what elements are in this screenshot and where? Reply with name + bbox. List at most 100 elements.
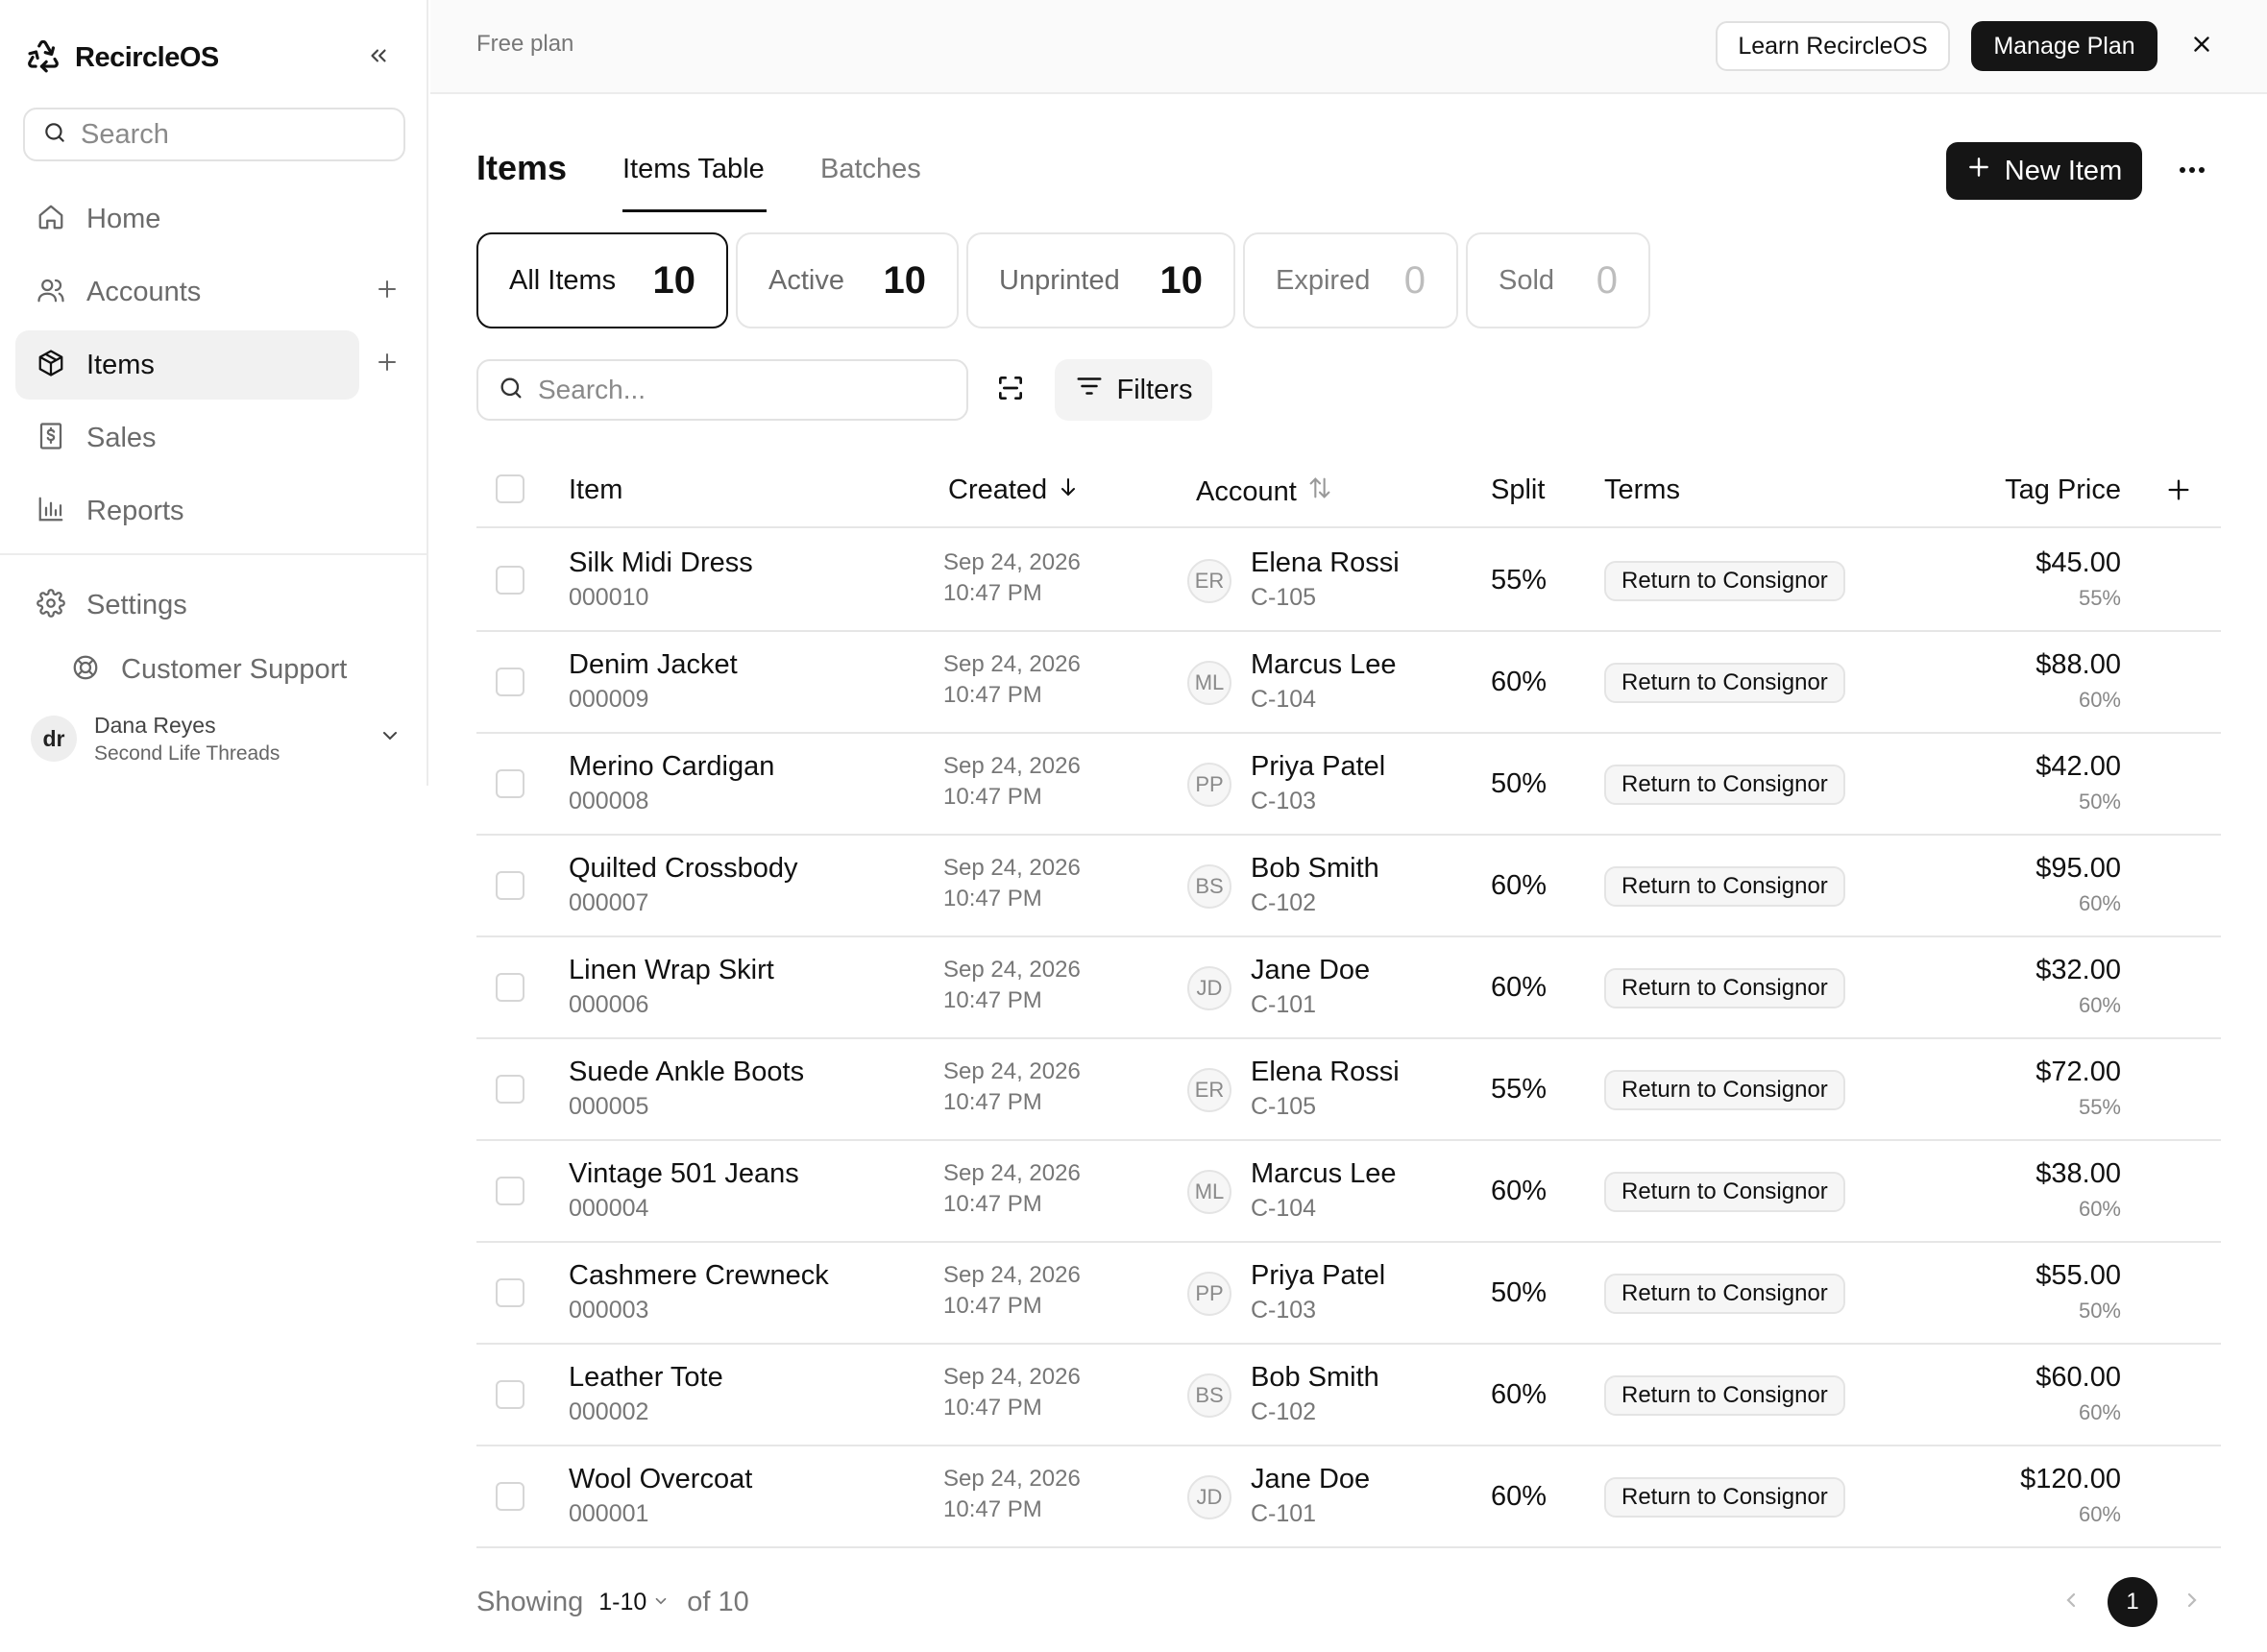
account-name[interactable]: Marcus Lee: [1251, 649, 1397, 681]
account-id: C-105: [1251, 584, 1317, 611]
sidebar-item-sales[interactable]: Sales: [15, 403, 359, 473]
close-banner-button[interactable]: [2184, 29, 2219, 63]
plus-icon: [2165, 476, 2192, 508]
tag-price: $32.00: [2035, 955, 2121, 985]
filter-card-unprinted[interactable]: Unprinted 10: [966, 232, 1235, 328]
terms-badge: Return to Consignor: [1604, 561, 1845, 601]
account-name[interactable]: Priya Patel: [1251, 1260, 1385, 1292]
created-date: Sep 24, 2026: [943, 1262, 1081, 1288]
add-account-button[interactable]: [371, 275, 403, 307]
tag-price-split: 55%: [2078, 1095, 2121, 1119]
stat-label: Sold: [1499, 264, 1555, 296]
next-page-button[interactable]: [2177, 1587, 2207, 1617]
column-header-created[interactable]: Created: [948, 474, 1080, 506]
previous-page-button[interactable]: [2056, 1587, 2086, 1617]
select-all-checkbox[interactable]: [496, 474, 524, 503]
column-header-tag-price[interactable]: Tag Price: [2005, 474, 2121, 506]
filters-label: Filters: [1116, 374, 1193, 405]
item-name: Silk Midi Dress: [569, 547, 753, 578]
customer-support-link[interactable]: Customer Support: [71, 653, 347, 687]
row-checkbox[interactable]: [496, 1278, 524, 1307]
sidebar-item-items[interactable]: Items: [15, 330, 359, 400]
sidebar-item-accounts[interactable]: Accounts: [15, 257, 359, 327]
row-checkbox[interactable]: [496, 566, 524, 595]
brand[interactable]: RecircleOS: [25, 35, 219, 81]
filters-button[interactable]: Filters: [1055, 359, 1212, 421]
sidebar-item-reports[interactable]: Reports: [15, 476, 359, 546]
manage-plan-button[interactable]: Manage Plan: [1971, 21, 2157, 71]
item-name: Linen Wrap Skirt: [569, 955, 774, 985]
account-avatar: JD: [1187, 966, 1231, 1010]
add-item-sidebar-button[interactable]: [371, 348, 403, 380]
row-checkbox[interactable]: [496, 871, 524, 900]
table-row[interactable]: Vintage 501 Jeans 000004 Sep 24, 2026 10:47…: [476, 1141, 2221, 1243]
account-name[interactable]: Jane Doe: [1251, 955, 1370, 986]
row-checkbox[interactable]: [496, 973, 524, 1002]
table-row[interactable]: Cashmere Crewneck 000003 Sep 24, 2026 10:47…: [476, 1243, 2221, 1345]
item-name: Leather Tote: [569, 1362, 723, 1393]
item-sku: 000009: [569, 686, 649, 713]
sidebar-item-settings[interactable]: Settings: [15, 571, 359, 640]
column-header-terms[interactable]: Terms: [1604, 474, 1680, 506]
item-name: Quilted Crossbody: [569, 853, 798, 884]
account-name[interactable]: Bob Smith: [1251, 1362, 1379, 1394]
row-checkbox[interactable]: [496, 1075, 524, 1104]
total-count: of 10: [687, 1586, 749, 1617]
terms-badge: Return to Consignor: [1604, 1274, 1845, 1314]
item-sku: 000010: [569, 584, 649, 611]
table-row[interactable]: Quilted Crossbody 000007 Sep 24, 2026 10:47…: [476, 836, 2221, 937]
scan-icon: [995, 373, 1026, 408]
close-icon: [2189, 32, 2214, 61]
add-column-button[interactable]: [2161, 474, 2196, 509]
table-row[interactable]: Suede Ankle Boots 000005 Sep 24, 2026 10:47…: [476, 1039, 2221, 1141]
account-name[interactable]: Bob Smith: [1251, 853, 1379, 885]
account-name[interactable]: Jane Doe: [1251, 1464, 1370, 1495]
table-row[interactable]: Wool Overcoat 000001 Sep 24, 2026 10:47 PM J…: [476, 1446, 2221, 1548]
filter-card-all-items[interactable]: All Items 10: [476, 232, 728, 328]
chevron-left-icon: [2060, 1589, 2083, 1616]
filter-card-active[interactable]: Active 10: [736, 232, 959, 328]
row-checkbox[interactable]: [496, 1482, 524, 1511]
table-row[interactable]: Silk Midi Dress 000010 Sep 24, 2026 10:47 P…: [476, 530, 2221, 632]
collapse-sidebar-button[interactable]: [361, 40, 396, 75]
more-options-button[interactable]: [2173, 156, 2211, 186]
split-value: 50%: [1491, 768, 1548, 799]
filter-card-sold[interactable]: Sold 0: [1466, 232, 1650, 328]
account-name[interactable]: Elena Rossi: [1251, 1057, 1400, 1088]
table-row[interactable]: Leather Tote 000002 Sep 24, 2026 10:47 PM BS…: [476, 1345, 2221, 1446]
sidebar-item-home[interactable]: Home: [15, 184, 359, 254]
plus-icon: [1966, 155, 1991, 187]
tab-batches[interactable]: Batches: [820, 154, 921, 185]
scan-button[interactable]: [991, 371, 1030, 409]
filter-card-expired[interactable]: Expired 0: [1243, 232, 1458, 328]
row-checkbox[interactable]: [496, 1380, 524, 1409]
learn-button[interactable]: Learn RecircleOS: [1716, 21, 1950, 71]
top-banner: Free plan Learn RecircleOS Manage Plan: [430, 0, 2267, 94]
account-name[interactable]: Priya Patel: [1251, 751, 1385, 783]
table-row[interactable]: Linen Wrap Skirt 000006 Sep 24, 2026 10:47 …: [476, 937, 2221, 1039]
items-search[interactable]: [476, 359, 968, 421]
row-checkbox[interactable]: [496, 769, 524, 798]
page-size-select[interactable]: 1-10: [598, 1589, 670, 1616]
account-name[interactable]: Marcus Lee: [1251, 1158, 1397, 1190]
plan-label: Free plan: [476, 31, 574, 57]
table-row[interactable]: Denim Jacket 000009 Sep 24, 2026 10:47 PM ML…: [476, 632, 2221, 734]
page-1-button[interactable]: 1: [2108, 1577, 2157, 1627]
table-row[interactable]: Merino Cardigan 000008 Sep 24, 2026 10:47 P…: [476, 734, 2221, 836]
tag-price-split: 60%: [2078, 1400, 2121, 1424]
row-checkbox[interactable]: [496, 1177, 524, 1205]
row-checkbox[interactable]: [496, 668, 524, 696]
sidebar-search[interactable]: [23, 108, 405, 161]
column-header-account[interactable]: Account: [1196, 474, 1333, 509]
items-search-input[interactable]: [538, 375, 961, 405]
new-item-button[interactable]: New Item: [1946, 142, 2142, 200]
tab-items-table[interactable]: Items Table: [622, 154, 765, 185]
tag-price: $55.00: [2035, 1260, 2121, 1291]
column-header-item[interactable]: Item: [569, 474, 622, 506]
sidebar-search-input[interactable]: [81, 118, 388, 151]
tag-price: $88.00: [2035, 649, 2121, 680]
account-name[interactable]: Elena Rossi: [1251, 547, 1400, 579]
column-header-split[interactable]: Split: [1491, 474, 1545, 506]
account-id: C-101: [1251, 1500, 1317, 1527]
user-menu[interactable]: dr Dana Reyes Second Life Threads: [31, 707, 402, 770]
